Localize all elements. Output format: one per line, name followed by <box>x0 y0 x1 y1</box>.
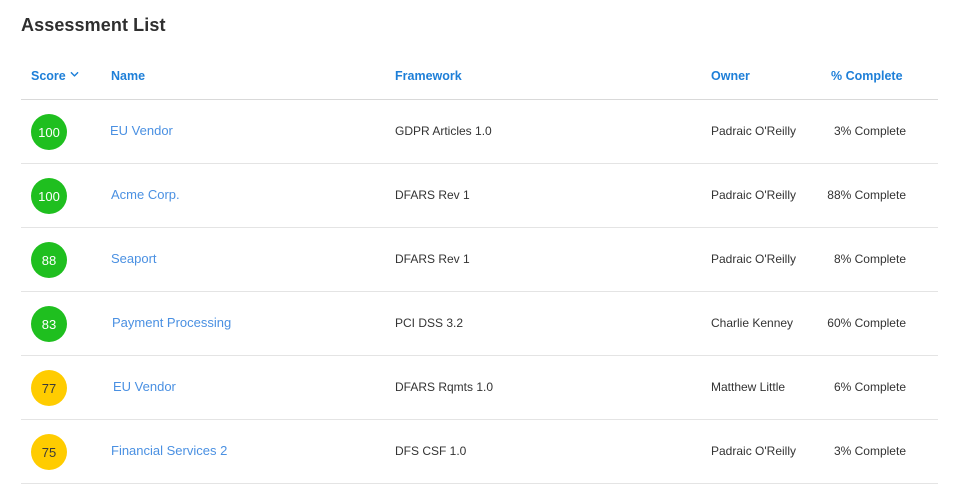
assessment-name-link[interactable]: EU Vendor <box>110 123 173 138</box>
percent-complete-cell: 3% Complete <box>833 124 906 138</box>
assessment-name-link[interactable]: Financial Services 2 <box>111 443 227 458</box>
score-badge: 75 <box>31 434 67 470</box>
framework-cell: DFS CSF 1.0 <box>395 444 467 458</box>
framework-cell: DFARS Rev 1 <box>395 188 470 202</box>
score-badge: 83 <box>31 306 67 342</box>
column-header-owner[interactable]: Owner <box>711 69 750 83</box>
percent-complete-cell: 8% Complete <box>833 252 906 266</box>
owner-cell: Padraic O'Reilly <box>711 252 796 266</box>
table-row[interactable]: 77 EU Vendor DFARS Rqmts 1.0 Matthew Little… <box>21 356 938 420</box>
table-header: Score Name Framework Owner % Complete <box>21 57 938 100</box>
table-row[interactable]: 100 Acme Corp. DFARS Rev 1 Padraic O'Reilly… <box>21 164 938 228</box>
percent-complete-cell: 88% Complete <box>827 188 906 202</box>
table-row[interactable]: 75 Financial Services 2 DFS CSF 1.0 Padraic… <box>21 420 938 484</box>
framework-cell: DFARS Rqmts 1.0 <box>395 380 494 394</box>
framework-cell: PCI DSS 3.2 <box>395 316 464 330</box>
owner-cell: Padraic O'Reilly <box>711 124 796 138</box>
assessment-name-link[interactable]: Payment Processing <box>112 315 231 330</box>
column-header-name[interactable]: Name <box>111 69 145 83</box>
table-row[interactable]: 100 EU Vendor GDPR Articles 1.0 Padraic O'R… <box>21 100 938 164</box>
column-header-complete[interactable]: % Complete <box>831 69 903 83</box>
score-badge: 77 <box>31 370 67 406</box>
framework-cell: GDPR Articles 1.0 <box>395 124 492 138</box>
percent-complete-cell: 6% Complete <box>833 380 906 394</box>
column-header-score-label: Score <box>31 69 66 83</box>
score-badge: 100 <box>31 178 67 214</box>
column-header-score[interactable]: Score <box>31 69 79 83</box>
page-title: Assessment List <box>21 15 166 35</box>
score-badge: 100 <box>31 114 67 150</box>
assessment-name-link[interactable]: EU Vendor <box>113 379 176 394</box>
owner-cell: Charlie Kenney <box>711 316 794 330</box>
owner-cell: Matthew Little <box>711 380 786 394</box>
column-header-framework[interactable]: Framework <box>395 69 462 83</box>
chevron-down-icon <box>70 71 79 77</box>
table-row[interactable]: 88 Seaport DFARS Rev 1 Padraic O'Reilly 8% C… <box>21 228 938 292</box>
framework-cell: DFARS Rev 1 <box>395 252 470 266</box>
score-badge: 88 <box>31 242 67 278</box>
percent-complete-cell: 60% Complete <box>827 316 906 330</box>
assessment-name-link[interactable]: Acme Corp. <box>111 187 180 202</box>
owner-cell: Padraic O'Reilly <box>711 188 796 202</box>
assessment-name-link[interactable]: Seaport <box>111 251 157 266</box>
assessment-table: Score Name Framework Owner % Complete 10… <box>21 57 938 484</box>
table-row[interactable]: 83 Payment Processing PCI DSS 3.2 Charlie K… <box>21 292 938 356</box>
owner-cell: Padraic O'Reilly <box>711 444 796 458</box>
percent-complete-cell: 3% Complete <box>833 444 906 458</box>
